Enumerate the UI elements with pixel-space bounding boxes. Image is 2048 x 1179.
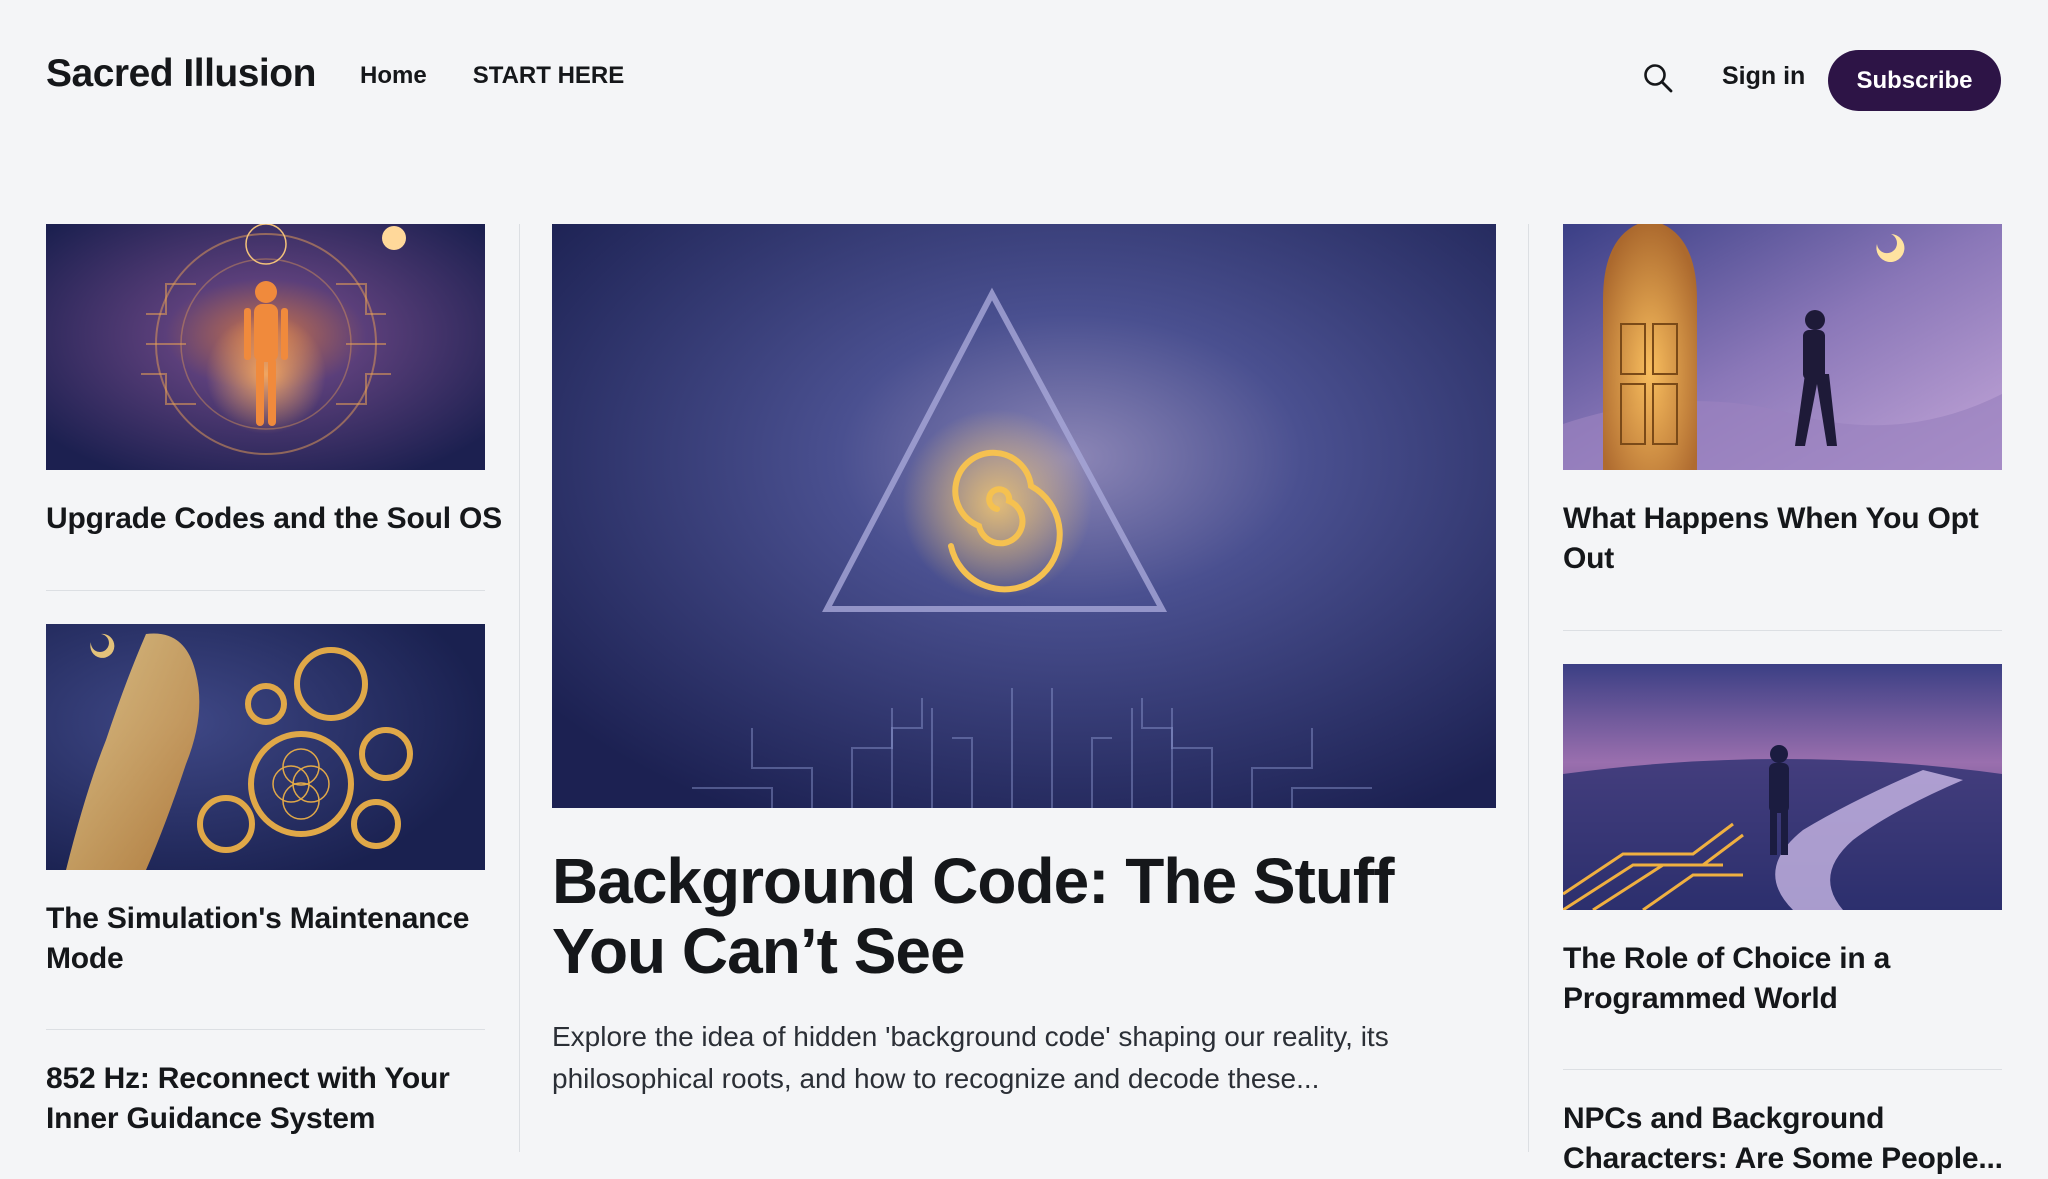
site-logo[interactable]: Sacred Illusion [46,52,316,96]
column-divider-left [519,224,520,1152]
sign-in-link[interactable]: Sign in [1722,62,1805,91]
main-nav: Home START HERE [360,62,624,90]
post-title-role-of-choice[interactable]: The Role of Choice in a Programmed World [1563,939,2003,1019]
post-thumbnail-opt-out[interactable] [1563,224,2002,470]
divider [46,590,485,591]
search-icon[interactable] [1642,62,1674,94]
nav-home[interactable]: Home [360,62,427,90]
featured-post-excerpt: Explore the idea of hidden 'background c… [552,1021,1389,1094]
subscribe-button[interactable]: Subscribe [1828,50,2001,111]
post-title-npcs[interactable]: NPCs and Background Characters: Are Some… [1563,1099,2003,1179]
post-thumbnail-role-of-choice[interactable] [1563,664,2002,910]
post-title-upgrade-codes[interactable]: Upgrade Codes and the Soul OS [46,499,506,539]
post-title-maintenance-mode[interactable]: The Simulation's Maintenance Mode [46,899,506,979]
featured-post-title[interactable]: Background Code: The Stuff You Can’t See [552,846,1502,986]
divider [1563,630,2002,631]
post-thumbnail-upgrade-codes[interactable] [46,224,485,470]
post-thumbnail-maintenance-mode[interactable] [46,624,485,870]
featured-post-image[interactable] [552,224,1496,808]
post-title-852hz[interactable]: 852 Hz: Reconnect with Your Inner Guidan… [46,1059,506,1139]
site-header: Sacred Illusion Home START HERE Sign in … [0,0,2048,160]
post-title-opt-out[interactable]: What Happens When You Opt Out [1563,499,2003,579]
column-divider-right [1528,224,1529,1152]
divider [1563,1069,2002,1070]
nav-start-here[interactable]: START HERE [473,62,625,90]
divider [46,1029,485,1030]
